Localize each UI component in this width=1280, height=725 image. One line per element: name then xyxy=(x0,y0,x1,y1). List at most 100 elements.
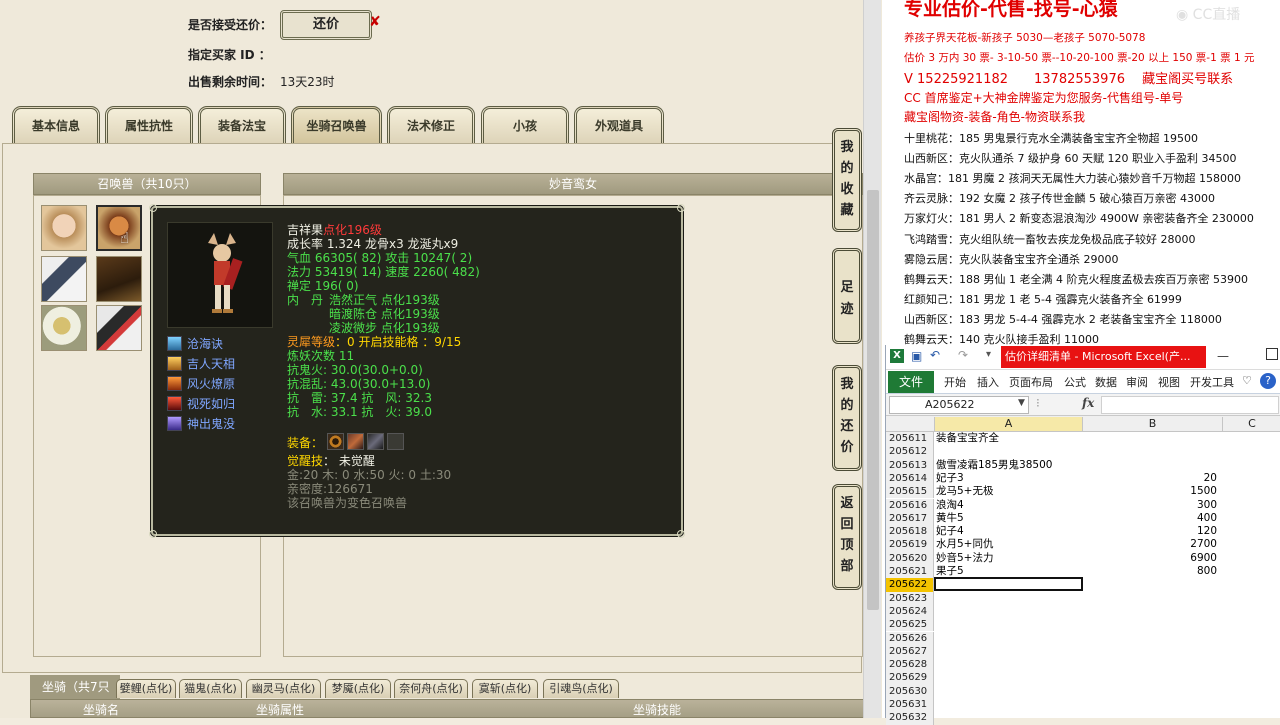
mount-tab[interactable]: 梦魇(点化) xyxy=(325,679,391,698)
row-number[interactable]: 205625 xyxy=(886,618,934,632)
mount-tab[interactable]: 猫鬼(点化) xyxy=(179,679,242,698)
tab-attributes[interactable]: 属性抗性 xyxy=(105,106,193,144)
row-number[interactable]: 205616 xyxy=(886,498,934,512)
skill-item[interactable]: 沧海诀 xyxy=(167,335,223,353)
row-number[interactable]: 205631 xyxy=(886,698,934,712)
ribbon-tab[interactable]: 审阅 xyxy=(1126,374,1148,390)
skill-item[interactable]: 视死如归 xyxy=(167,395,235,413)
ribbon-tab[interactable]: 开发工具 xyxy=(1190,374,1234,390)
formula-input[interactable] xyxy=(1101,396,1279,414)
row-number[interactable]: 205615 xyxy=(886,485,934,499)
cell-b[interactable]: 20 xyxy=(1082,472,1217,485)
my-haggles-button[interactable]: 我的还价 xyxy=(832,365,862,471)
pet-portrait[interactable] xyxy=(96,305,142,351)
ribbon-tab[interactable]: 页面布局 xyxy=(1009,374,1053,390)
cell-a[interactable]: 水月5+同仇 xyxy=(936,538,993,551)
cell-a[interactable]: 妙音5+法力 xyxy=(936,552,993,565)
sheet-row[interactable]: 205619 水月5+同仇 2700 xyxy=(886,538,1280,552)
equipment-slot-icon[interactable] xyxy=(367,433,384,450)
tab-equipment[interactable]: 装备法宝 xyxy=(198,106,286,144)
ribbon-tab[interactable]: 数据 xyxy=(1095,374,1117,390)
mount-tab[interactable]: 幽灵马(点化) xyxy=(246,679,321,698)
cell-b[interactable]: 2700 xyxy=(1082,538,1217,551)
row-number[interactable]: 205613 xyxy=(886,458,934,472)
sheet-row[interactable]: 205628 xyxy=(886,658,1280,672)
row-number[interactable]: 205619 xyxy=(886,538,934,552)
ribbon-tab[interactable]: 视图 xyxy=(1158,374,1180,390)
ribbon-tab[interactable]: 公式 xyxy=(1064,374,1086,390)
skill-item[interactable]: 风火燎原 xyxy=(167,375,235,393)
maximize-icon[interactable] xyxy=(1266,348,1278,360)
equipment-slot-icon[interactable] xyxy=(347,433,364,450)
sheet-row[interactable]: 205618 妃子4 120 xyxy=(886,525,1280,539)
row-number[interactable]: 205630 xyxy=(886,684,934,698)
sheet-row[interactable]: 205627 xyxy=(886,644,1280,659)
sheet-row[interactable]: 205611 装备宝宝齐全 xyxy=(886,432,1280,446)
mount-tab[interactable]: 引魂鸟(点化) xyxy=(543,679,619,698)
row-number[interactable]: 205629 xyxy=(886,671,934,685)
row-number[interactable]: 205627 xyxy=(886,644,934,659)
pet-portrait[interactable] xyxy=(41,205,87,251)
column-header-b[interactable]: B xyxy=(1083,417,1223,431)
sheet-row[interactable]: 205617 黄牛5 400 xyxy=(886,511,1280,526)
insert-function-icon[interactable]: fx xyxy=(1082,396,1094,410)
sheet-row[interactable]: 205631 xyxy=(886,698,1280,712)
sheet-row[interactable]: 205614 妃子3 20 xyxy=(886,471,1280,486)
cell-b[interactable]: 120 xyxy=(1082,525,1217,538)
minimize-icon[interactable]: — xyxy=(1217,349,1229,363)
help-icon[interactable]: ? xyxy=(1260,373,1276,389)
row-number[interactable]: 205612 xyxy=(886,445,934,459)
row-number[interactable]: 205621 xyxy=(886,565,934,579)
skill-item[interactable]: 神出鬼没 xyxy=(167,415,235,433)
cell-b[interactable]: 300 xyxy=(1082,499,1217,512)
my-favorites-button[interactable]: 我的收藏 xyxy=(832,128,862,232)
ribbon-collapse-icon[interactable]: ♡ xyxy=(1242,374,1252,387)
cell-b[interactable]: 1500 xyxy=(1082,485,1217,498)
cell-a[interactable]: 傲雪凌霜185男鬼38500 xyxy=(936,459,1052,472)
sheet-row[interactable]: 205621 果子5 800 xyxy=(886,565,1280,579)
haggle-button[interactable]: 还价 xyxy=(280,10,372,40)
row-number[interactable]: 205622 xyxy=(886,578,934,592)
cell-a[interactable]: 妃子4 xyxy=(936,525,964,538)
pet-portrait[interactable] xyxy=(96,205,142,251)
row-number[interactable]: 205618 xyxy=(886,525,934,539)
scrollbar-thumb[interactable] xyxy=(867,190,879,610)
name-box-dropdown-icon[interactable]: ▼ xyxy=(1018,398,1025,408)
row-number[interactable]: 205628 xyxy=(886,658,934,672)
equipment-slot-icon[interactable] xyxy=(327,433,344,450)
pet-portrait[interactable] xyxy=(41,305,87,351)
cell-b[interactable]: 800 xyxy=(1082,565,1217,578)
sheet-row[interactable]: 205630 xyxy=(886,684,1280,698)
pet-portrait[interactable] xyxy=(41,256,87,302)
undo-icon[interactable]: ↶ xyxy=(930,348,940,362)
sheet-row[interactable]: 205615 龙马5+无极 1500 xyxy=(886,485,1280,499)
mount-tab[interactable]: 奈何舟(点化) xyxy=(394,679,468,698)
cell-a[interactable]: 果子5 xyxy=(936,565,964,578)
tab-children[interactable]: 小孩 xyxy=(481,106,569,144)
pet-portrait[interactable] xyxy=(96,256,142,302)
column-header-a[interactable]: A xyxy=(935,417,1083,431)
save-icon[interactable]: ▣ xyxy=(911,349,922,363)
ribbon-tab[interactable]: 开始 xyxy=(944,374,966,390)
sheet-row[interactable]: 205625 xyxy=(886,618,1280,632)
mount-tab[interactable]: 寞斩(点化) xyxy=(472,679,538,698)
sheet-row[interactable]: 205616 浪淘4 300 xyxy=(886,498,1280,512)
footprints-button[interactable]: 足迹 xyxy=(832,248,862,344)
cell-a[interactable]: 浪淘4 xyxy=(936,499,964,512)
sheet-row[interactable]: 205613 傲雪凌霜185男鬼38500 xyxy=(886,458,1280,472)
tab-appearance[interactable]: 外观道具 xyxy=(574,106,664,144)
row-number[interactable]: 205624 xyxy=(886,604,934,619)
quick-access-dropdown-icon[interactable]: ▾ xyxy=(986,349,991,360)
row-number[interactable]: 205620 xyxy=(886,551,934,565)
sheet-row[interactable]: 205624 xyxy=(886,604,1280,619)
tab-spell-mods[interactable]: 法术修正 xyxy=(387,106,475,144)
page-scrollbar[interactable] xyxy=(863,0,881,718)
ribbon-tab[interactable]: 插入 xyxy=(977,374,999,390)
cell-b[interactable]: 400 xyxy=(1082,512,1217,525)
cell-a[interactable]: 龙马5+无极 xyxy=(936,485,993,498)
sheet-row[interactable]: 205626 xyxy=(886,631,1280,645)
name-box[interactable]: A205622 xyxy=(889,396,1029,414)
column-header-c[interactable]: C xyxy=(1223,417,1280,431)
select-all-corner[interactable] xyxy=(886,417,935,431)
row-number[interactable]: 205623 xyxy=(886,591,934,605)
